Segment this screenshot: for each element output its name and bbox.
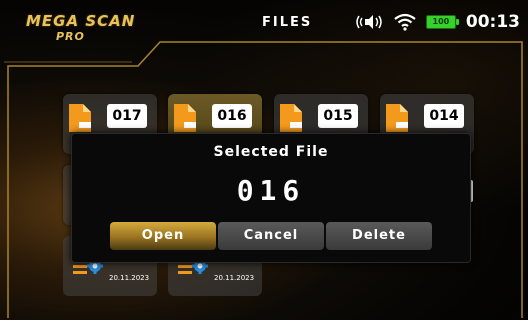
- cancel-button[interactable]: Cancel: [218, 222, 324, 250]
- wifi-icon: [394, 13, 416, 31]
- dialog-title: Selected File: [213, 144, 329, 160]
- file-icon: [174, 104, 196, 132]
- file-date: 20.11.2023: [214, 274, 255, 282]
- file-number: 014: [424, 104, 464, 128]
- file-number: 017: [107, 104, 147, 128]
- file-number: 015: [318, 104, 358, 128]
- file-number: 016: [212, 104, 252, 128]
- brand-logo-subtext: PRO: [56, 30, 85, 43]
- file-icon: [69, 104, 91, 132]
- clock: 00:13: [465, 12, 520, 32]
- open-button[interactable]: Open: [110, 222, 216, 250]
- speaker-icon: [356, 15, 382, 29]
- top-bar: MEGA SCAN PRO FILES 100 00:13: [0, 0, 528, 46]
- delete-button[interactable]: Delete: [326, 222, 432, 250]
- file-date: 20.11.2023: [109, 274, 150, 282]
- page-title: FILES: [262, 15, 313, 30]
- file-icon: [280, 104, 302, 132]
- selected-file-dialog: Selected File 016 Open Cancel Delete: [71, 133, 471, 263]
- brand-logo-text: MEGA SCAN: [26, 12, 136, 30]
- status-bar: 100 00:13: [356, 10, 520, 34]
- selected-file-number: 016: [236, 174, 306, 207]
- file-icon: [386, 104, 408, 132]
- battery-icon: 100: [425, 15, 459, 29]
